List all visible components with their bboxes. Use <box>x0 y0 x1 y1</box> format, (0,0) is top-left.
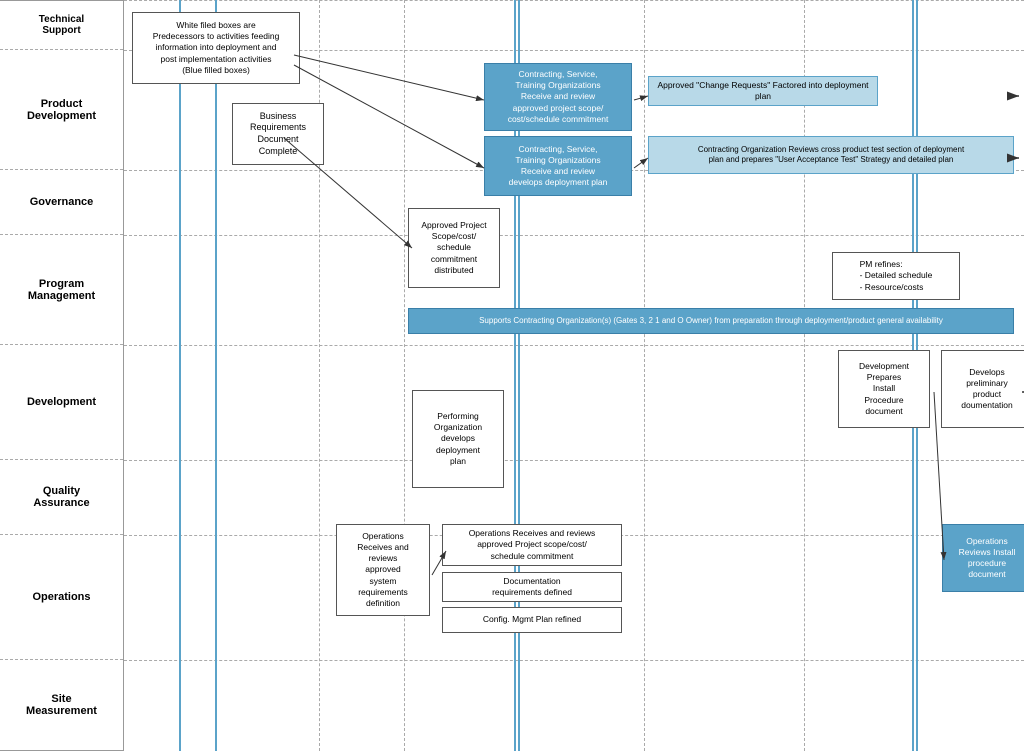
swimlane-governance: Governance <box>0 170 123 235</box>
vdash-2 <box>404 0 405 751</box>
vdash-4 <box>804 0 805 751</box>
supports-contracting-box: Supports Contracting Organization(s) (Ga… <box>408 308 1014 334</box>
swimlane-program-management: ProgramManagement <box>0 235 123 345</box>
hline-8 <box>124 660 1024 661</box>
vblue-2 <box>215 0 217 751</box>
swimlane-technical-support: TechnicalSupport <box>0 0 123 50</box>
vblue-1 <box>179 0 181 751</box>
approved-change-box: Approved "Change Requests" Factored into… <box>648 76 878 106</box>
contracting-org-reviews-box: Contracting Organization Reviews cross p… <box>648 136 1014 174</box>
config-mgmt-box: Config. Mgmt Plan refined <box>442 607 622 633</box>
contracting-service-2-box: Contracting, Service,Training Organizati… <box>484 136 632 196</box>
doc-req-box: Documentationrequirements defined <box>442 572 622 602</box>
swimlane-product-development: ProductDevelopment <box>0 50 123 170</box>
white-note-box: White filed boxes arePredecessors to act… <box>132 12 300 84</box>
vdash-3 <box>644 0 645 751</box>
swim-labels: TechnicalSupport ProductDevelopment Gove… <box>0 0 124 751</box>
diagram: TechnicalSupport ProductDevelopment Gove… <box>0 0 1024 751</box>
hline-1 <box>124 0 1024 1</box>
hline-6 <box>124 460 1024 461</box>
develops-prelim-box: Developspreliminaryproductdoumentation <box>941 350 1024 428</box>
hline-5 <box>124 345 1024 346</box>
swimlane-site-measurement: SiteMeasurement <box>0 660 123 751</box>
contracting-scope-box: Contracting, Service,Training Organizati… <box>484 63 632 131</box>
pm-refines-box: PM refines:- Detailed schedule- Resource… <box>832 252 960 300</box>
dev-prepares-box: DevelopmentPreparesInstallProceduredocum… <box>838 350 930 428</box>
business-req-box: BusinessRequirementsDocumentComplete <box>232 103 324 165</box>
performing-org-box: PerformingOrganizationdevelopsdeployment… <box>412 390 504 488</box>
operations-receives-1-box: OperationsReceives andreviewsapprovedsys… <box>336 524 430 616</box>
swimlane-quality-assurance: QualityAssurance <box>0 460 123 535</box>
operations-reviews-box: OperationsReviews Installproceduredocume… <box>942 524 1024 592</box>
swimlane-operations: Operations <box>0 535 123 660</box>
swimlane-development: Development <box>0 345 123 460</box>
operations-receives-2-box: Operations Receives and reviewsapproved … <box>442 524 622 566</box>
approved-project-scope-box: Approved ProjectScope/cost/schedulecommi… <box>408 208 500 288</box>
main-area: White filed boxes arePredecessors to act… <box>124 0 1024 751</box>
hline-4 <box>124 235 1024 236</box>
